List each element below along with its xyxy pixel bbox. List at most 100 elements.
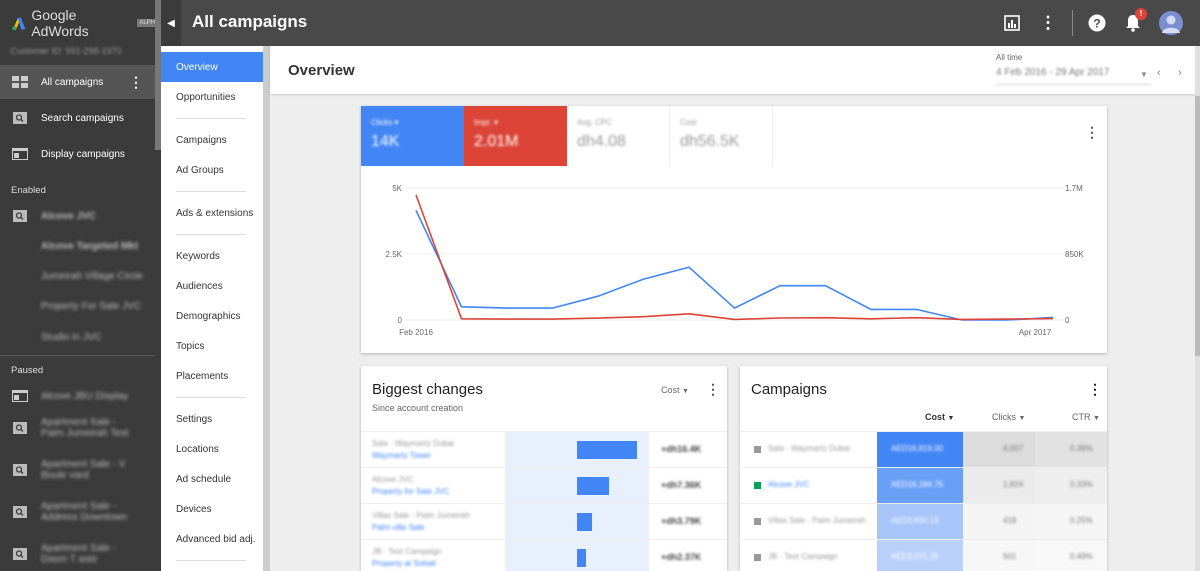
campaign-name[interactable]: Villas Sale - Palm Jumeirah bbox=[768, 504, 873, 540]
sort-dropdown[interactable]: Cost ▼ bbox=[661, 385, 689, 395]
tab-locations[interactable]: Locations bbox=[161, 434, 263, 464]
notifications-button[interactable]: ! bbox=[1122, 8, 1147, 34]
campaign-row[interactable]: Villas Sale - Palm Jumeirah AED3,830.13 41… bbox=[740, 503, 1107, 540]
card-more-icon[interactable]: ⋮ bbox=[1088, 381, 1102, 398]
sidebar-item-label: Jumeirah Village Circle bbox=[41, 270, 144, 282]
clicks-value: 501 bbox=[1003, 552, 1017, 561]
sidebar-adgroup[interactable]: Property For Sale JVC bbox=[0, 289, 155, 323]
sidebar-campaign-paused[interactable]: Apartment Sale - V Boule vard bbox=[0, 452, 155, 488]
svg-text:?: ? bbox=[1093, 17, 1100, 31]
tab-campaigns[interactable]: Campaigns bbox=[161, 125, 263, 155]
sidebar-item-label: Apartment Sale - V Boule vard bbox=[41, 459, 126, 481]
collapse-sidebar-button[interactable]: ◀ bbox=[161, 0, 181, 46]
more-vert-icon[interactable]: ⋮ bbox=[129, 75, 143, 89]
changes-row[interactable]: JB - Test Campaign Property at Sohail +dh2… bbox=[361, 539, 727, 571]
column-label: CTR bbox=[1072, 412, 1091, 422]
sidebar-item-search-campaigns[interactable]: Search campaigns bbox=[0, 101, 155, 135]
sidebar-adgroup[interactable]: Studio in JVC bbox=[0, 320, 155, 354]
reports-button[interactable] bbox=[1001, 12, 1023, 34]
sidebar-item-label: Studio in JVC bbox=[41, 331, 102, 343]
tab-overview[interactable]: Overview bbox=[161, 52, 263, 82]
chevron-left-icon[interactable]: ‹ bbox=[1157, 67, 1161, 79]
changes-row[interactable]: Sale - Waymartz Dubai Waymartz Tower +dh16… bbox=[361, 431, 727, 467]
sidebar-campaign-paused[interactable]: Alcove JBU Display bbox=[0, 379, 155, 413]
y-right-tick-label: 1.7M bbox=[1065, 184, 1083, 193]
main-scrollbar[interactable] bbox=[1195, 46, 1200, 571]
sidebar-campaign-enabled[interactable]: Alcove JVC bbox=[0, 199, 155, 233]
account-avatar[interactable] bbox=[1159, 11, 1183, 35]
enabled-heading: Enabled bbox=[11, 185, 46, 196]
card-subtitle: Since account creation bbox=[372, 403, 464, 413]
tab-placements[interactable]: Placements bbox=[161, 361, 263, 391]
column-header-clicks[interactable]: Clicks ▼ bbox=[992, 412, 1025, 422]
y-left-tick-label: 2.5K bbox=[386, 250, 403, 259]
sort-arrow-icon: ▼ bbox=[947, 415, 955, 422]
status-dot bbox=[754, 518, 761, 525]
status-dot bbox=[754, 446, 761, 453]
sidebar-campaign-paused[interactable]: Apartment Sale - Dasm T aste bbox=[0, 536, 155, 571]
person-icon bbox=[1162, 15, 1180, 33]
sidebar-item-label: Alcove JBU Display bbox=[41, 390, 129, 402]
sidebar-adgroup[interactable]: Alcove Targeted Mkt bbox=[0, 229, 155, 263]
ctr-cell: 0.33% bbox=[1035, 468, 1107, 504]
clicks-cell: 501 bbox=[963, 540, 1035, 571]
app-name: Google AdWords bbox=[31, 7, 89, 39]
row-adgroup-link[interactable]: Property at Sohail bbox=[372, 540, 497, 571]
sidebar-adgroup[interactable]: Jumeirah Village Circle bbox=[0, 259, 155, 293]
y-right-tick-label: 0 bbox=[1065, 316, 1070, 325]
row-adgroup-link[interactable]: Waymartz Tower bbox=[372, 432, 497, 468]
tab-ad-schedule[interactable]: Ad schedule bbox=[161, 464, 263, 494]
scrollbar-thumb[interactable] bbox=[1195, 96, 1200, 356]
sidebar-item-display-campaigns[interactable]: Display campaigns bbox=[0, 137, 155, 171]
campaign-row[interactable]: JB - Test Campaign AED3,071.26 501 0.49% bbox=[740, 539, 1107, 571]
campaign-row[interactable]: Sale - Waymartz Dubai AED16,819.00 4,007 0.… bbox=[740, 431, 1107, 468]
main-content: Overview All time 4 Feb 2016 - 29 Apr 20… bbox=[270, 46, 1200, 571]
tab-keywords[interactable]: Keywords bbox=[161, 241, 263, 271]
chevron-right-icon[interactable]: › bbox=[1178, 67, 1182, 79]
search-icon bbox=[11, 505, 29, 519]
tab-opportunities[interactable]: Opportunities bbox=[161, 82, 263, 112]
campaign-row[interactable]: Alcove JVC AED16,184.75 1,824 0.33% bbox=[740, 467, 1107, 504]
changes-row[interactable]: Villas Sale - Palm Jumeirah Palm villa Sa… bbox=[361, 503, 727, 539]
column-header-cost[interactable]: Cost ▼ bbox=[925, 412, 954, 422]
tab-ads-extensions[interactable]: Ads & extensions bbox=[161, 198, 263, 228]
tab-settings[interactable]: Settings bbox=[161, 404, 263, 434]
campaign-name[interactable]: Alcove JVC bbox=[768, 468, 873, 504]
app-logo: Google AdWords ALPHA bbox=[0, 0, 161, 46]
row-adgroup-link[interactable]: Palm villa Sale bbox=[372, 504, 497, 540]
sidebar-item-label: All campaigns bbox=[41, 76, 104, 88]
tab-devices[interactable]: Devices bbox=[161, 494, 263, 524]
dropdown-arrow-icon[interactable]: ▼ bbox=[1140, 70, 1148, 79]
tab-topics[interactable]: Topics bbox=[161, 331, 263, 361]
change-value: +dh16.4K bbox=[661, 444, 702, 454]
performance-line-chart: 0 0 2.5K 850K 5K 1.7M Feb 2016 Apr 2017 bbox=[386, 184, 1085, 337]
search-icon bbox=[11, 209, 29, 223]
sidebar-campaign-paused[interactable]: Apartment Sale - Address Downtown bbox=[0, 494, 155, 530]
ctr-cell: 0.39% bbox=[1035, 432, 1107, 468]
more-options-button[interactable]: ⋮ bbox=[1037, 12, 1059, 34]
subnav-scrollbar[interactable] bbox=[263, 46, 270, 571]
grid-icon bbox=[11, 75, 29, 89]
x-tick-label: Feb 2016 bbox=[399, 328, 433, 337]
campaign-name[interactable]: JB - Test Campaign bbox=[768, 540, 873, 571]
ctr-cell: 0.25% bbox=[1035, 504, 1107, 540]
date-range-picker[interactable]: 4 Feb 2016 - 29 Apr 2017 bbox=[996, 67, 1151, 85]
x-tick-label: Apr 2017 bbox=[1019, 328, 1052, 337]
help-button[interactable]: ? bbox=[1086, 12, 1108, 34]
row-adgroup-link[interactable]: Property for Sale JVC bbox=[372, 468, 497, 504]
campaign-name[interactable]: Sale - Waymartz Dubai bbox=[768, 432, 873, 468]
tab-demographics[interactable]: Demographics bbox=[161, 301, 263, 331]
changes-row[interactable]: Alcove JVC Property for Sale JVC +dh7.36K bbox=[361, 467, 727, 503]
divider bbox=[176, 191, 246, 192]
card-more-icon[interactable]: ⋮ bbox=[706, 381, 720, 398]
sidebar-campaign-paused[interactable]: Apartment Sale - Palm Jumeirah Test bbox=[0, 410, 155, 446]
tab-advanced-bid-adj[interactable]: Advanced bid adj. bbox=[161, 524, 263, 554]
change-value: +dh2.37K bbox=[661, 552, 702, 562]
tab-audiences[interactable]: Audiences bbox=[161, 271, 263, 301]
column-header-ctr[interactable]: CTR ▼ bbox=[1072, 412, 1100, 422]
sidebar-item-label: Alcove Targeted Mkt bbox=[41, 240, 139, 252]
tab-ad-groups[interactable]: Ad Groups bbox=[161, 155, 263, 185]
sidebar-item-all-campaigns[interactable]: All campaigns ⋮ bbox=[0, 65, 155, 99]
sidebar-item-label: Search campaigns bbox=[41, 112, 124, 124]
status-dot bbox=[754, 554, 761, 561]
